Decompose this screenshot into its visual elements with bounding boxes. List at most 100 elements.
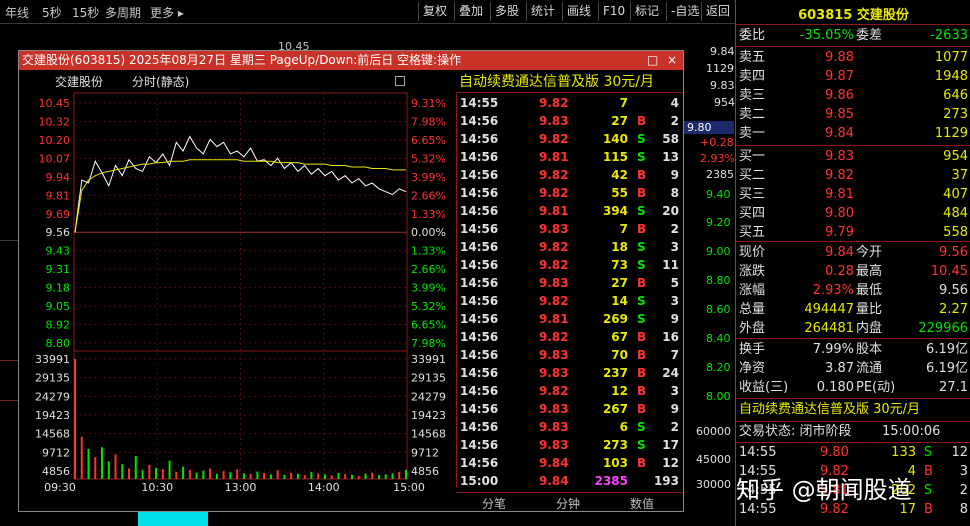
tick-time: 14:56 (460, 420, 499, 434)
remove-watchlist-button[interactable]: -自选 (666, 2, 703, 21)
pct-tick-label: 7.98% (411, 337, 446, 350)
price-tick-label: 9.18 (46, 282, 71, 295)
tick-count: 9 (670, 168, 679, 182)
tick-price: 9.83 (539, 222, 569, 236)
bid-level: 买二 9.82 37 (736, 167, 970, 185)
watermark: 知乎 @朝闻股道 (736, 476, 912, 504)
tick-volume: 27 (611, 114, 628, 128)
minimize-icon[interactable]: □ (647, 51, 658, 70)
overlay-button[interactable]: 叠加 (454, 2, 487, 21)
stat-label: 涨幅 (739, 283, 766, 298)
dialog-titlebar[interactable]: 交建股份(603815) 2025年08月27日 星期三 PageUp/Down… (19, 51, 683, 70)
stat-value: 3.87 (825, 361, 854, 376)
stat-value: 9.56 (939, 245, 968, 260)
tick-volume: 267 (602, 402, 628, 416)
divider (736, 421, 970, 422)
close-icon[interactable]: × (667, 51, 677, 70)
divider (736, 442, 970, 443)
ask-label: 卖三 (739, 88, 766, 103)
tick-direction: B (637, 168, 647, 182)
time-tick-label: 15:00 (393, 481, 425, 491)
bid-volume: 558 (943, 225, 968, 240)
bid-level: 买五 9.79 558 (736, 224, 970, 242)
stat-value: 9.56 (939, 283, 968, 298)
price-tick-label: 8.80 (46, 337, 71, 350)
stat-value: 494447 (804, 302, 854, 317)
price-tick-label: 9.31 (46, 263, 71, 276)
ad-row[interactable]: 自动续费通达信普及版 30元/月 (736, 401, 970, 419)
ask-volume: 1077 (934, 50, 968, 65)
tick-direction: S (637, 132, 646, 146)
mark-button[interactable]: 标记 (630, 2, 663, 21)
ask-volume: 1129 (934, 126, 968, 141)
stat-value: 6.19亿 (926, 342, 968, 357)
tick-volume: 115 (602, 150, 628, 164)
period-5s-button[interactable]: 5秒 (42, 4, 62, 21)
ask-label: 卖二 (739, 107, 766, 122)
back-button[interactable]: 返回 (701, 2, 734, 21)
tick-direction: B (637, 456, 647, 470)
chart-option-icon[interactable] (395, 76, 405, 86)
ask-level: 卖二 9.85 273 (736, 106, 970, 124)
fuquan-button[interactable]: 复权 (418, 2, 451, 21)
tick-time: 14:56 (460, 348, 499, 362)
bid-label: 买一 (739, 149, 766, 164)
status-label: 交易状态: 闭市阶段 (739, 424, 852, 439)
ask-volume: 1948 (934, 69, 968, 84)
tick-count: 11 (662, 258, 679, 272)
tick-row: 14:56 9.83 27 B 2 (457, 112, 684, 130)
tick-volume: 18 (611, 240, 628, 254)
pct-tick-label: 5.32% (411, 152, 446, 165)
intraday-dialog: 交建股份(603815) 2025年08月27日 星期三 PageUp/Down… (18, 50, 684, 512)
tick-ad-header[interactable]: 自动续费通达信普及版 30元/月 (456, 71, 683, 93)
vol-tick-label: 14568 (411, 428, 446, 441)
scroll-thumb[interactable] (138, 512, 208, 526)
recent-tick: 14:55 9.80 133 S 12 (736, 444, 970, 462)
pct-tick-label: 2.66% (411, 189, 446, 202)
tick-time: 14:56 (460, 132, 499, 146)
f10-button[interactable]: F10 (598, 2, 629, 21)
draw-line-button[interactable]: 画线 (562, 2, 595, 21)
bid-label: 买四 (739, 206, 766, 221)
tick-direction: B (637, 402, 647, 416)
tick-count: 17 (662, 438, 679, 452)
tick-volume: 140 (602, 132, 628, 146)
tick-count: 9 (670, 312, 679, 326)
tab-minutes[interactable]: 分钟 (556, 495, 580, 512)
ad-text: 自动续费通达信普及版 30元/月 (739, 402, 921, 417)
bid-price: 9.83 (825, 149, 854, 164)
statistics-button[interactable]: 统计 (526, 2, 559, 21)
tick-price: 9.83 (539, 348, 569, 362)
bg-gridline (0, 400, 18, 401)
bg-axis-label: 2.93% (700, 152, 735, 165)
tick-direction: S (637, 438, 646, 452)
tab-ticks[interactable]: 分笔 (482, 495, 506, 512)
ask-level: 卖五 9.88 1077 (736, 49, 970, 67)
pct-tick-label: 9.31% (411, 97, 446, 110)
multi-stock-button[interactable]: 多股 (490, 2, 523, 21)
tick-row: 14:56 9.83 7 B 2 (457, 220, 684, 238)
status-time: 15:00:06 (882, 424, 941, 439)
bg-axis-label: 1129 (706, 62, 734, 75)
tick-price: 9.82 (539, 132, 569, 146)
stat-row: 换手 7.99% 股本 6.19亿 (736, 341, 970, 359)
stat-value: 264481 (804, 321, 854, 336)
period-year-button[interactable]: 年线 (5, 4, 29, 21)
price-tick-label: 10.32 (39, 115, 71, 128)
period-15s-button[interactable]: 15秒 (72, 4, 99, 21)
bid-price: 9.80 (825, 206, 854, 221)
more-button[interactable]: 更多 ▸ (150, 4, 184, 21)
tick-volume: 27 (611, 276, 628, 290)
tick-time: 14:56 (460, 150, 499, 164)
tick-price: 9.83 (539, 438, 569, 452)
multi-period-button[interactable]: 多周期 (105, 4, 141, 21)
weibi-row: 委比 -35.05% 委差 -2633 (736, 27, 970, 45)
stat-label: 量比 (856, 302, 883, 317)
tab-values[interactable]: 数值 (630, 495, 654, 512)
ask-label: 卖一 (739, 126, 766, 141)
tick-row: 14:56 9.82 42 B 9 (457, 166, 684, 184)
stat-label: 换手 (739, 342, 766, 357)
bid-volume: 407 (943, 187, 968, 202)
stat-row: 总量 494447 量比 2.27 (736, 301, 970, 319)
tick-time: 14:56 (460, 240, 499, 254)
